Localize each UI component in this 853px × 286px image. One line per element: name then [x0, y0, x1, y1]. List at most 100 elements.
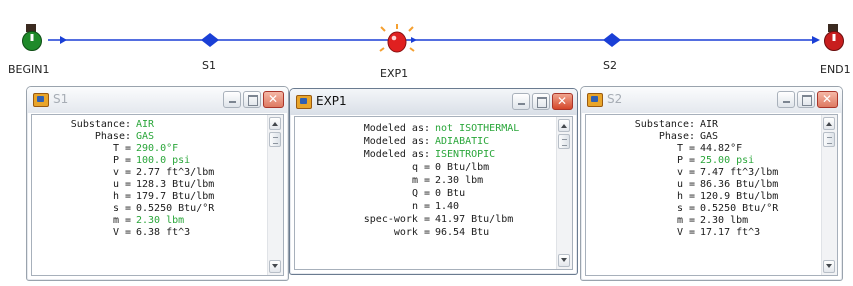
arrowhead-icon [411, 37, 417, 43]
property-label: T = [676, 143, 695, 154]
property-value: 0 Btu/lbm [435, 162, 490, 173]
close-button[interactable] [817, 91, 838, 108]
property-value: not ISOTHERMAL [435, 123, 520, 134]
property-value: 2.30 lbm [136, 215, 185, 226]
exp1-node-icon[interactable] [379, 24, 415, 53]
scroll-up-button[interactable] [823, 117, 835, 130]
scroll-thumb[interactable] [269, 132, 281, 147]
property-label: P = [112, 155, 131, 166]
property-label: u = [112, 179, 131, 190]
property-label: Modeled as: [363, 123, 430, 134]
s2-window[interactable]: S2 Substance: AIR Phase: GAS T = 44.82°F P = 25… [580, 86, 843, 281]
property-row: Modeled as: ISENTROPIC [295, 149, 556, 161]
property-label: T = [112, 143, 131, 154]
s2-node-label: S2 [603, 59, 617, 72]
scroll-thumb[interactable] [558, 134, 570, 149]
close-button[interactable] [552, 93, 573, 110]
property-value: 6.38 ft^3 [136, 227, 191, 238]
property-row: n = 1.40 [295, 201, 556, 213]
scroll-up-button[interactable] [558, 119, 570, 132]
property-value: 120.9 Btu/lbm [700, 191, 779, 202]
property-row: u = 86.36 Btu/lbm [586, 179, 821, 191]
property-row: Modeled as: ADIABATIC [295, 136, 556, 148]
s2-properties-list: Substance: AIR Phase: GAS T = 44.82°F P = 25.00… [586, 115, 821, 275]
property-row: V = 17.17 ft^3 [586, 227, 821, 239]
property-row: s = 0.5250 Btu/°R [586, 203, 821, 215]
vertical-scrollbar[interactable] [267, 115, 283, 275]
property-value: 96.54 Btu [435, 227, 490, 238]
property-row: v = 2.77 ft^3/lbm [32, 167, 267, 179]
exp1-node-label: EXP1 [380, 67, 409, 80]
scroll-down-button[interactable] [823, 260, 835, 273]
maximize-button[interactable] [532, 93, 550, 110]
scroll-up-button[interactable] [269, 117, 281, 130]
exp1-window-titlebar[interactable]: EXP1 [290, 89, 577, 115]
property-row: Substance: AIR [586, 119, 821, 131]
begin-node-icon[interactable] [22, 24, 42, 51]
s1-window[interactable]: S1 Substance: AIR Phase: GAS T = 290.0°F P = 10… [26, 86, 289, 281]
property-label: u = [676, 179, 695, 190]
property-row: v = 7.47 ft^3/lbm [586, 167, 821, 179]
property-value: 128.3 Btu/lbm [136, 179, 215, 190]
minimize-button[interactable] [777, 91, 795, 108]
property-value: 2.77 ft^3/lbm [136, 167, 215, 178]
exp1-window[interactable]: EXP1 Modeled as:not ISOTHERMALModeled as… [289, 88, 578, 275]
window-app-icon [296, 95, 312, 109]
property-row: Q = 0 Btu [295, 188, 556, 200]
minimize-button[interactable] [512, 93, 530, 110]
property-row: Substance: AIR [32, 119, 267, 131]
property-value: 0.5250 Btu/°R [700, 203, 779, 214]
property-label: Q = [411, 188, 430, 199]
property-label: spec-work = [363, 214, 430, 225]
property-label: m = [676, 215, 695, 226]
s2-window-titlebar[interactable]: S2 [581, 87, 842, 113]
close-button[interactable] [263, 91, 284, 108]
exp1-window-body: Modeled as: not ISOTHERMAL Modeled as: ADIA… [294, 116, 573, 270]
s2-node-icon[interactable] [603, 33, 621, 47]
end-node-icon[interactable] [824, 24, 844, 51]
property-value: 2.30 lbm [435, 175, 484, 186]
property-label: h = [676, 191, 695, 202]
s2-window-body: Substance: AIR Phase: GAS T = 44.82°F P = 25.00… [585, 114, 838, 276]
s2-window-title: S2 [607, 92, 623, 106]
scroll-down-button[interactable] [269, 260, 281, 273]
property-value: AIR [136, 119, 155, 130]
property-row: T = 44.82°F [586, 143, 821, 155]
property-label: work = [393, 227, 430, 238]
s1-properties-list: Substance: AIR Phase: GAS T = 290.0°F P = 100.0… [32, 115, 267, 275]
arrowhead-icon [812, 36, 820, 44]
property-value: 1.40 [435, 201, 460, 212]
property-label: V = [112, 227, 131, 238]
scroll-down-button[interactable] [558, 254, 570, 267]
property-row: m = 2.30 lbm [32, 215, 267, 227]
property-value: 290.0°F [136, 143, 179, 154]
end-node-label: END1 [820, 63, 851, 76]
scroll-thumb[interactable] [823, 132, 835, 147]
window-app-icon [33, 93, 49, 107]
property-row: P = 25.00 psi [586, 155, 821, 167]
property-value: 100.0 psi [136, 155, 191, 166]
property-label: Substance: [70, 119, 131, 130]
maximize-button[interactable] [797, 91, 815, 108]
property-value: 0.5250 Btu/°R [136, 203, 215, 214]
minimize-button[interactable] [223, 91, 241, 108]
property-row: work = 96.54 Btu [295, 227, 556, 239]
vertical-scrollbar[interactable] [821, 115, 837, 275]
property-label: Substance: [634, 119, 695, 130]
property-label: s = [676, 203, 695, 214]
property-label: n = [411, 201, 430, 212]
property-value: 86.36 Btu/lbm [700, 179, 779, 190]
property-value: 41.97 Btu/lbm [435, 214, 514, 225]
property-value: 0 Btu [435, 188, 466, 199]
property-value: GAS [700, 131, 719, 142]
arrowhead-icon [60, 36, 67, 44]
vertical-scrollbar[interactable] [556, 117, 572, 269]
property-row: q = 0 Btu/lbm [295, 162, 556, 174]
property-row: h = 179.7 Btu/lbm [32, 191, 267, 203]
s1-node-icon[interactable] [201, 33, 219, 47]
maximize-button[interactable] [243, 91, 261, 108]
s1-window-titlebar[interactable]: S1 [27, 87, 288, 113]
property-value: ISENTROPIC [435, 149, 496, 160]
property-label: Phase: [94, 131, 131, 142]
property-label: v = [676, 167, 695, 178]
